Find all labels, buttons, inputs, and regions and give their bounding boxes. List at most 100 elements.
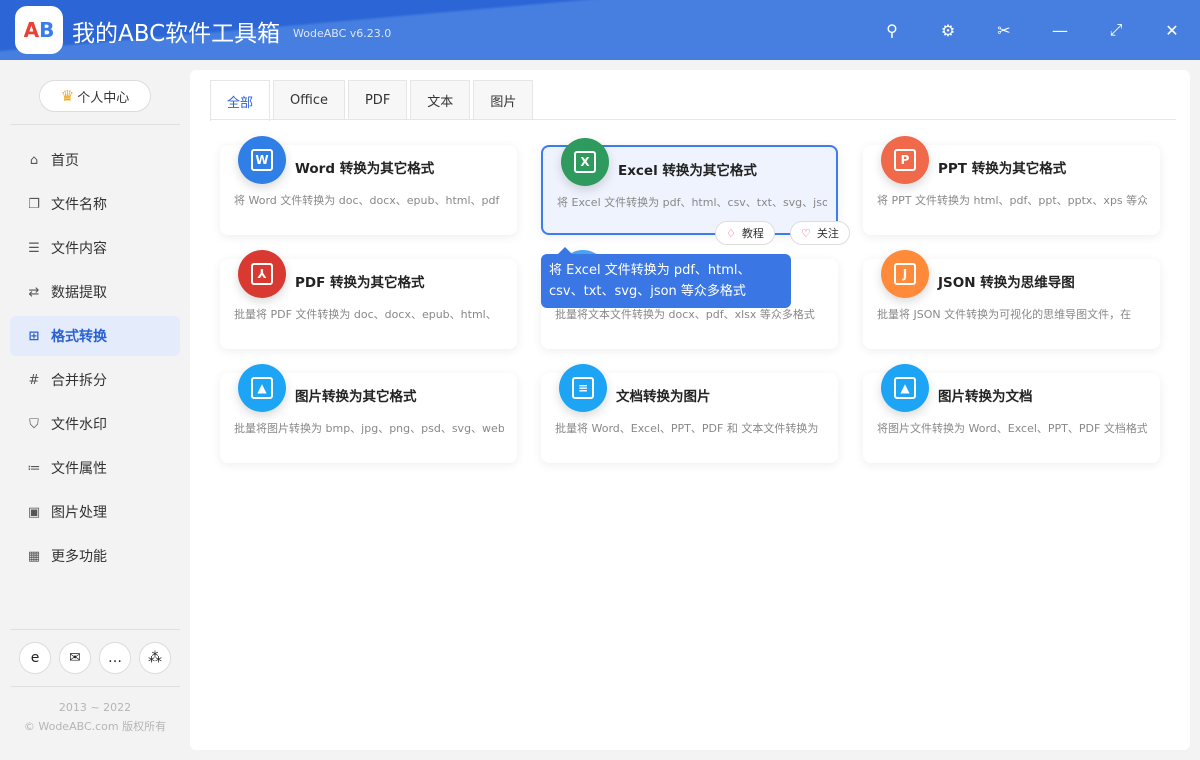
divider [10, 629, 180, 630]
tool-description: 批量将文本文件转换为 docx、pdf、xlsx 等众多格式 [555, 308, 815, 321]
sidebar-item[interactable]: ▦ 更多功能 [10, 536, 180, 576]
title-bar: AB 我的ABC软件工具箱 WodeABC v6.23.0 ⚲ ⚙ ✂ — ⤢ … [0, 0, 1200, 60]
tool-title: PDF 转换为其它格式 [295, 275, 425, 291]
tool-title: PPT 转换为其它格式 [938, 161, 1067, 177]
sidebar-item[interactable]: ☰ 文件内容 [10, 228, 180, 268]
tool-icon: ≡ [559, 364, 607, 412]
tool-card[interactable]: X Excel 转换为其它格式 将 Excel 文件转换为 pdf、html、c… [541, 138, 838, 235]
tool-title: 图片转换为其它格式 [295, 389, 417, 405]
app-logo: AB [15, 6, 63, 54]
tool-card[interactable]: W Word 转换为其它格式 将 Word 文件转换为 doc、docx、epu… [220, 136, 517, 235]
tool-icon: ⅄ [238, 250, 286, 298]
sidebar-item-label: 数据提取 [51, 285, 107, 301]
divider [10, 686, 180, 687]
tutorial-button[interactable]: ♢ 教程 [715, 221, 775, 245]
tool-description: 批量将 Word、Excel、PPT、PDF 和 文本文件转换为 [555, 422, 819, 435]
sidebar-item[interactable]: ❐ 文件名称 [10, 184, 180, 224]
user-center-button[interactable]: ♛ 个人中心 [39, 80, 151, 112]
search-icon[interactable]: ⚲ [880, 18, 904, 42]
tool-description: 批量将 JSON 文件转换为可视化的思维导图文件，在 [877, 308, 1132, 321]
tool-card[interactable]: ▲ 图片转换为文档 将图片文件转换为 Word、Excel、PPT、PDF 文档… [863, 364, 1160, 463]
sidebar-item[interactable]: # 合并拆分 [10, 360, 180, 400]
sidebar-item-icon: ⊞ [28, 328, 40, 344]
sidebar-item-icon: ⇄ [28, 284, 40, 300]
tool-description: 将 Excel 文件转换为 pdf、html、csv、txt、svg、json [557, 196, 827, 209]
tool-icon: X [561, 138, 609, 186]
sidebar-item-label: 合并拆分 [51, 373, 107, 389]
maximize-button[interactable]: ⤢ [1104, 18, 1128, 42]
app-title: 我的ABC软件工具箱 [72, 21, 281, 47]
tab[interactable]: 图片 [473, 80, 534, 120]
follow-label: 关注 [816, 227, 839, 240]
sidebar-item-label: 更多功能 [51, 549, 107, 565]
user-center-label: 个人中心 [77, 90, 130, 106]
sidebar-item-icon: ☰ [28, 240, 40, 256]
sidebar: ♛ 个人中心 ⌂ 首页 ❐ 文件名称 ☰ 文件内容 ⇄ 数据提取 ⊞ 格式转换 # 合并拆分 ⛉ 文件水印 ≔… [0, 60, 190, 760]
gear-icon[interactable]: ⚙ [936, 18, 960, 42]
tool-icon: J [881, 250, 929, 298]
sidebar-item-label: 文件名称 [51, 197, 107, 213]
sidebar-item-icon: ▣ [27, 504, 41, 520]
heart-icon: ♡ [801, 226, 811, 240]
app-version: WodeABC v6.23.0 [293, 27, 392, 40]
category-tabs: 全部 Office PDF 文本 图片 [210, 80, 534, 121]
divider [10, 124, 180, 125]
scissors-icon[interactable]: ✂ [992, 18, 1016, 42]
lightbulb-icon: ♢ [726, 226, 736, 240]
tab-divider [210, 119, 1176, 120]
close-button[interactable]: ✕ [1160, 18, 1184, 42]
sidebar-item-label: 文件水印 [51, 417, 107, 433]
sidebar-item[interactable]: ▣ 图片处理 [10, 492, 180, 532]
sidebar-item-label: 首页 [51, 153, 79, 169]
tool-icon: ▲ [881, 364, 929, 412]
copyright-years: 2013 ~ 2022 [58, 701, 132, 714]
sidebar-item-label: 文件内容 [51, 241, 107, 257]
tool-title: JSON 转换为思维导图 [938, 275, 1075, 291]
tool-icon: P [881, 136, 929, 184]
sidebar-item[interactable]: ⌂ 首页 [10, 140, 180, 180]
tool-title: Excel 转换为其它格式 [618, 163, 757, 179]
tooltip: 将 Excel 文件转换为 pdf、html、csv、txt、svg、json … [541, 247, 791, 308]
crown-icon: ♛ [60, 87, 75, 105]
sidebar-item-label: 格式转换 [51, 329, 107, 345]
tool-card[interactable]: P PPT 转换为其它格式 将 PPT 文件转换为 html、pdf、ppt、p… [863, 136, 1160, 235]
tab[interactable]: PDF [347, 80, 408, 120]
sidebar-item-label: 图片处理 [51, 505, 107, 521]
sidebar-item-icon: ❐ [28, 196, 40, 212]
copyright: © WodeABC.com 版权所有 [23, 720, 167, 733]
tool-icon: ▲ [238, 364, 286, 412]
tool-description: 将图片文件转换为 Word、Excel、PPT、PDF 文档格式 [877, 422, 1147, 435]
sidebar-item-icon: ≔ [27, 460, 41, 476]
minimize-button[interactable]: — [1048, 18, 1072, 42]
tool-description: 将 Word 文件转换为 doc、docx、epub、html、pdf [234, 194, 500, 207]
sidebar-item-icon: ⌂ [29, 152, 39, 168]
tool-description: 将 PPT 文件转换为 html、pdf、ppt、pptx、xps 等众 [877, 194, 1147, 207]
sidebar-item-icon: ▦ [27, 548, 41, 564]
sidebar-item[interactable]: ⊞ 格式转换 [10, 316, 180, 356]
sidebar-item[interactable]: ≔ 文件属性 [10, 448, 180, 488]
tool-description: 批量将 PDF 文件转换为 doc、docx、epub、html、 [234, 308, 497, 321]
mail-icon[interactable]: ✉ [59, 642, 91, 674]
tool-card[interactable]: ⅄ PDF 转换为其它格式 批量将 PDF 文件转换为 doc、docx、epu… [220, 250, 517, 349]
sidebar-item-icon: ⛉ [29, 416, 39, 432]
chat-icon[interactable]: … [99, 642, 131, 674]
ie-browser-icon[interactable]: e [19, 642, 51, 674]
sidebar-item-icon: # [28, 372, 40, 388]
tool-card[interactable]: ▲ 图片转换为其它格式 批量将图片转换为 bmp、jpg、png、psd、svg… [220, 364, 517, 463]
tool-title: Word 转换为其它格式 [295, 161, 435, 177]
tool-card[interactable]: J JSON 转换为思维导图 批量将 JSON 文件转换为可视化的思维导图文件，… [863, 250, 1160, 349]
follow-button[interactable]: ♡ 关注 [790, 221, 850, 245]
tab[interactable]: 文本 [410, 80, 471, 120]
sidebar-item[interactable]: ⛉ 文件水印 [10, 404, 180, 444]
tool-description: 批量将图片转换为 bmp、jpg、png、psd、svg、webp [234, 422, 504, 435]
tool-title: 图片转换为文档 [938, 389, 1033, 405]
sidebar-item-label: 文件属性 [51, 461, 107, 477]
sidebar-item[interactable]: ⇄ 数据提取 [10, 272, 180, 312]
tab[interactable]: 全部 [210, 80, 271, 121]
tool-title: 文档转换为图片 [616, 389, 711, 405]
tool-card[interactable]: ≡ 文档转换为图片 批量将 Word、Excel、PPT、PDF 和 文本文件转… [541, 364, 838, 463]
tool-icon: W [238, 136, 286, 184]
tab[interactable]: Office [273, 80, 345, 120]
share-network-icon[interactable]: ⁂ [139, 642, 171, 674]
tutorial-label: 教程 [741, 227, 764, 240]
